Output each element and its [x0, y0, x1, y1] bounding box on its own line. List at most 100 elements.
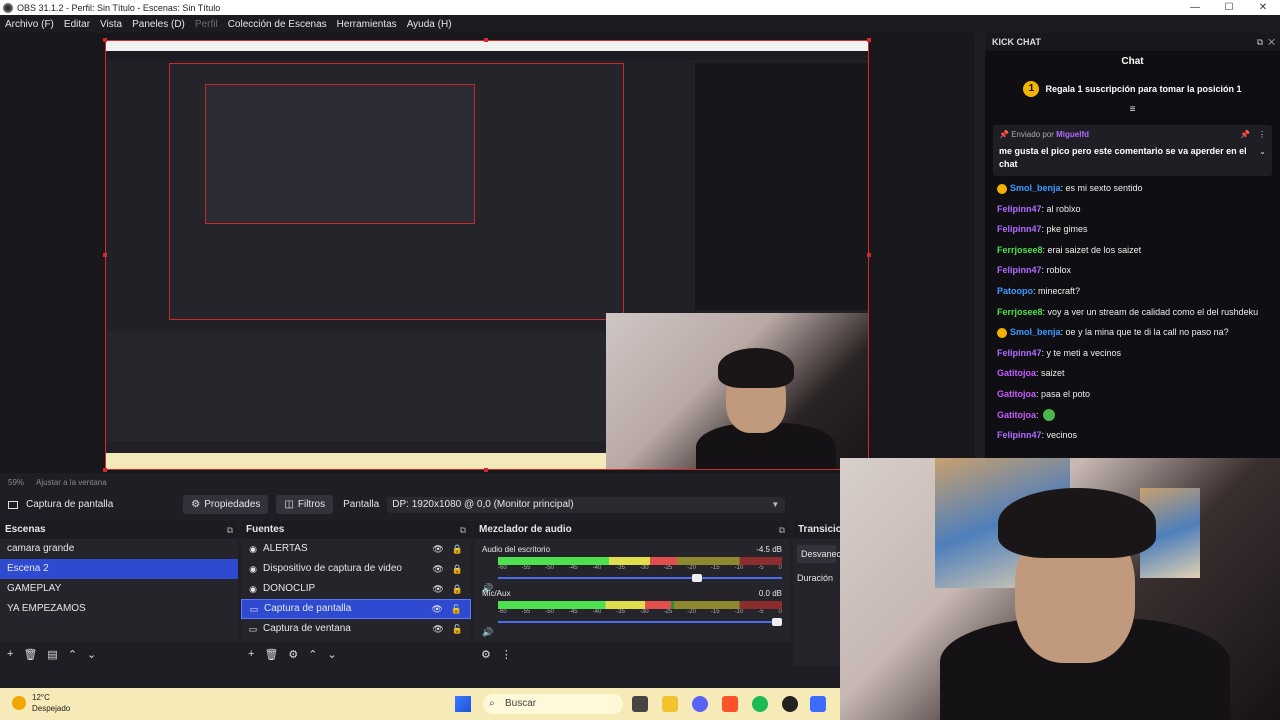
resize-handle[interactable] [484, 38, 488, 42]
chat-username[interactable]: Patoopo [997, 286, 1033, 296]
discord-icon[interactable] [692, 696, 708, 712]
more-icon[interactable]: ⋮ [1258, 130, 1266, 139]
chat-username[interactable]: Gatitojoa [997, 368, 1036, 378]
undock-icon[interactable]: ⧉ [460, 521, 466, 539]
menu-vista[interactable]: Vista [95, 19, 127, 30]
chevron-up-icon[interactable]: ⌃ [68, 648, 77, 661]
source-item[interactable]: ◉ Dispositivo de captura de video 👁 🔒 [241, 559, 471, 579]
lock-icon[interactable]: 🔓 [452, 619, 463, 639]
volume-slider-knob[interactable] [692, 574, 703, 582]
chat-username[interactable]: Felipinn47 [997, 430, 1042, 440]
scene-item[interactable]: Escena 2 [0, 559, 238, 579]
preview-area[interactable] [0, 33, 975, 473]
lock-icon[interactable]: 🔒 [452, 559, 463, 579]
resize-handle[interactable] [103, 253, 107, 257]
chat-username[interactable]: Felipinn47 [997, 265, 1042, 275]
chat-username[interactable]: Ferrjosee8 [997, 307, 1043, 317]
chevron-down-icon[interactable]: ⌄ [1259, 147, 1266, 156]
trash-icon[interactable]: 🗑 [23, 648, 37, 661]
chat-username[interactable]: Gatitojoa [997, 410, 1036, 420]
scale-tick: -45 [568, 609, 578, 615]
source-item[interactable]: ▭ Captura de ventana 👁 🔓 [241, 619, 471, 639]
resize-handle[interactable] [867, 38, 871, 42]
app-taskbar-icon[interactable] [810, 696, 826, 712]
obs-taskbar-icon[interactable] [782, 696, 798, 712]
more-icon[interactable]: ⋮ [501, 648, 512, 661]
chat-username[interactable]: Ferrjosee8 [997, 245, 1043, 255]
minimize-button[interactable]: — [1178, 0, 1212, 15]
gear-icon[interactable]: ⚙ [288, 648, 298, 661]
filters-button[interactable]: ◫ Filtros [276, 495, 334, 514]
eye-icon[interactable]: 👁 [432, 539, 443, 559]
scale-tick: -40 [592, 565, 602, 571]
scene-item[interactable]: GAMEPLAY [0, 579, 238, 599]
chat-username[interactable]: Gatitojoa [997, 389, 1036, 399]
undock-icon[interactable]: ⧉ [1257, 37, 1263, 47]
speaker-icon[interactable]: 🔊 [482, 627, 493, 638]
resize-handle[interactable] [867, 253, 871, 257]
scale-tick: -25 [663, 609, 673, 615]
resize-handle[interactable] [484, 468, 488, 472]
close-button[interactable]: ✕ [1246, 0, 1280, 15]
source-item[interactable]: ◉ ALERTAS 👁 🔒 [241, 539, 471, 559]
menu-perfil[interactable]: Perfil [190, 19, 223, 30]
add-icon[interactable]: + [248, 648, 254, 660]
chevron-down-icon[interactable]: ⌄ [328, 648, 337, 661]
file-explorer-icon[interactable] [662, 696, 678, 712]
pinned-message[interactable]: 📌 Enviado por Miguelfd 📌 ⋮ ⌄ me gusta el… [993, 125, 1272, 176]
lock-icon[interactable]: 🔒 [452, 539, 463, 559]
lock-icon[interactable]: 🔓 [451, 599, 462, 619]
menu-herramientas[interactable]: Herramientas [332, 19, 402, 30]
eye-icon[interactable]: 👁 [432, 559, 443, 579]
taskbar-search[interactable]: ⌕ Buscar [483, 694, 623, 714]
eye-icon[interactable]: 👁 [432, 619, 443, 639]
chat-username[interactable]: Felipinn47 [997, 204, 1042, 214]
volume-slider[interactable] [498, 617, 782, 627]
undock-icon[interactable]: ⧉ [227, 521, 233, 539]
resize-handle[interactable] [103, 468, 107, 472]
menu-editar[interactable]: Editar [59, 19, 95, 30]
filter-icon[interactable]: ▤ [47, 648, 57, 661]
volume-slider[interactable] [498, 573, 782, 583]
chevron-up-icon[interactable]: ⌃ [308, 648, 317, 661]
properties-button[interactable]: ⚙ Propiedades [183, 495, 269, 514]
weather-widget[interactable]: 12°C Despejado [12, 692, 70, 714]
undock-icon[interactable]: ⧉ [779, 521, 785, 539]
add-icon[interactable]: + [7, 648, 13, 660]
collapse-icon[interactable]: ≡ [985, 105, 1280, 115]
windows-start-icon[interactable] [455, 696, 471, 712]
chat-username[interactable]: Smol_benja [1010, 183, 1061, 193]
menu-coleccion-escenas[interactable]: Colección de Escenas [223, 19, 332, 30]
spotify-icon[interactable] [752, 696, 768, 712]
source-item[interactable]: ▭ Captura de pantalla 👁 🔓 [241, 599, 471, 619]
pin-icon[interactable]: 📌 [1240, 130, 1250, 139]
task-view-icon[interactable] [632, 696, 648, 712]
eye-icon[interactable]: 👁 [432, 579, 443, 599]
chevron-down-icon[interactable]: ⌄ [87, 648, 96, 661]
menu-ayuda[interactable]: Ayuda (H) [402, 19, 457, 30]
resize-handle[interactable] [103, 38, 107, 42]
transition-select[interactable]: Desvanec [797, 545, 840, 563]
lock-icon[interactable]: 🔒 [452, 579, 463, 599]
zoom-level[interactable]: 59% [8, 478, 24, 487]
sub-goal-banner[interactable]: 1 Regala 1 suscripción para tomar la pos… [985, 73, 1280, 105]
pinned-user[interactable]: Miguelfd [1056, 130, 1089, 139]
fit-window-button[interactable]: Ajustar a la ventana [36, 478, 107, 487]
eye-icon[interactable]: 👁 [431, 599, 442, 619]
source-item[interactable]: ◉ DONOCLIP 👁 🔒 [241, 579, 471, 599]
scene-item[interactable]: YA EMPEZAMOS [0, 599, 238, 619]
chat-username[interactable]: Felipinn47 [997, 224, 1042, 234]
display-select[interactable]: DP: 1920x1080 @ 0,0 (Monitor principal) … [387, 496, 786, 513]
preview-canvas[interactable] [105, 40, 869, 470]
volume-slider-knob[interactable] [772, 618, 782, 626]
chat-username[interactable]: Felipinn47 [997, 348, 1042, 358]
gear-icon[interactable]: ⚙ [481, 648, 491, 661]
trash-icon[interactable]: 🗑 [264, 648, 278, 661]
close-icon[interactable]: ✕ [1268, 37, 1275, 47]
menu-paneles[interactable]: Paneles (D) [127, 19, 190, 30]
brave-browser-icon[interactable] [722, 696, 738, 712]
chat-username[interactable]: Smol_benja [1010, 327, 1061, 337]
scene-item[interactable]: camara grande [0, 539, 238, 559]
maximize-button[interactable]: ☐ [1212, 0, 1246, 15]
menu-archivo[interactable]: Archivo (F) [0, 19, 59, 30]
